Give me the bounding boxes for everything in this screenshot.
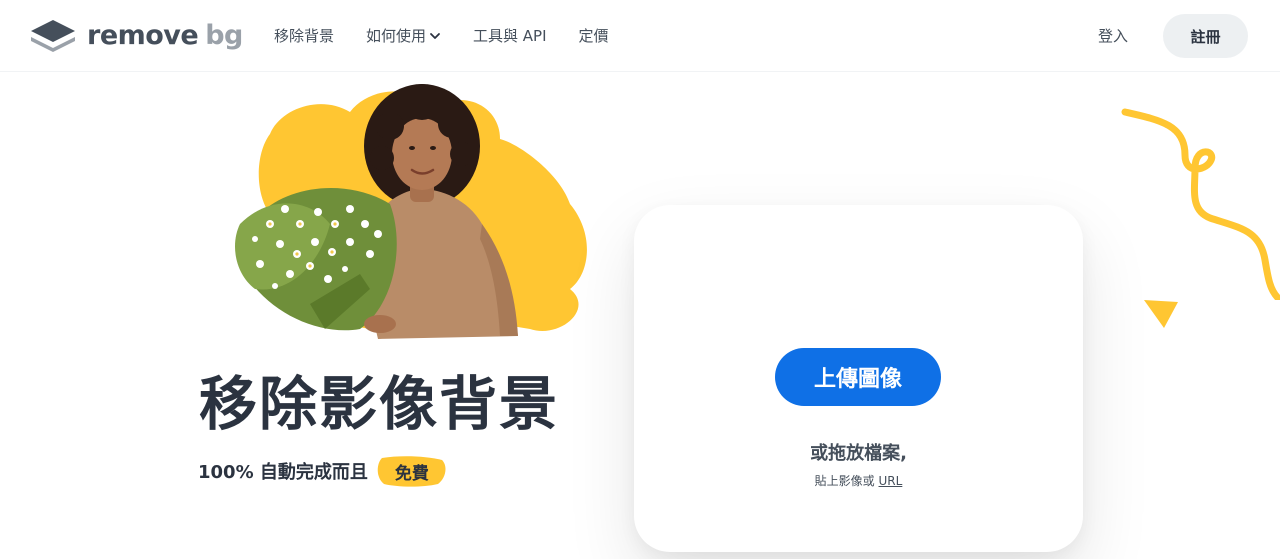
page: remove bg 移除背景 如何使用 工具與 API 定價 登入 註冊 移除影… [0,0,1280,559]
paste-hint: 貼上影像或 URL [634,472,1083,489]
yellow-triangle-decoration [1144,300,1178,328]
top-navbar: remove bg 移除背景 如何使用 工具與 API 定價 登入 註冊 [0,0,1280,72]
nav-label: 定價 [578,27,609,45]
hero-subtitle-row: 100% 自動完成而且 免費 [198,454,448,488]
nav-label: 工具與 API [473,27,547,45]
page-title: 移除影像背景 [199,370,560,438]
free-badge-label: 免費 [394,463,429,484]
login-link[interactable]: 登入 [1098,24,1128,48]
logo-suffix: bg [205,20,243,51]
upload-card[interactable]: 上傳圖像 或拖放檔案, 貼上影像或 URL [634,205,1083,552]
main-nav: 移除背景 如何使用 工具與 API 定價 [274,24,641,48]
free-badge: 免費 [376,454,448,488]
logo-text: remove bg [87,18,243,54]
yellow-squiggle-decoration [1121,108,1280,300]
signup-button[interactable]: 註冊 [1163,14,1248,58]
drop-file-text: 或拖放檔案, [810,443,907,464]
nav-tools-api[interactable]: 工具與 API [473,24,547,48]
nav-how-to-use[interactable]: 如何使用 [366,24,441,48]
nav-label: 移除背景 [274,27,335,45]
nav-remove-background[interactable]: 移除背景 [274,24,334,48]
paste-hint-prefix: 貼上影像或 [814,474,875,488]
chevron-down-icon [430,33,440,39]
logo[interactable]: remove bg [30,18,250,54]
flower-bouquet [235,187,397,331]
hero-illustration [235,84,587,339]
hero-subtitle: 100% 自動完成而且 [198,462,368,483]
nav-pricing[interactable]: 定價 [579,24,609,48]
logo-icon [31,20,75,52]
nav-label: 如何使用 [366,27,427,45]
paste-url-link[interactable]: URL [879,474,903,488]
upload-image-button[interactable]: 上傳圖像 [775,348,941,406]
logo-word: remove [87,20,199,51]
